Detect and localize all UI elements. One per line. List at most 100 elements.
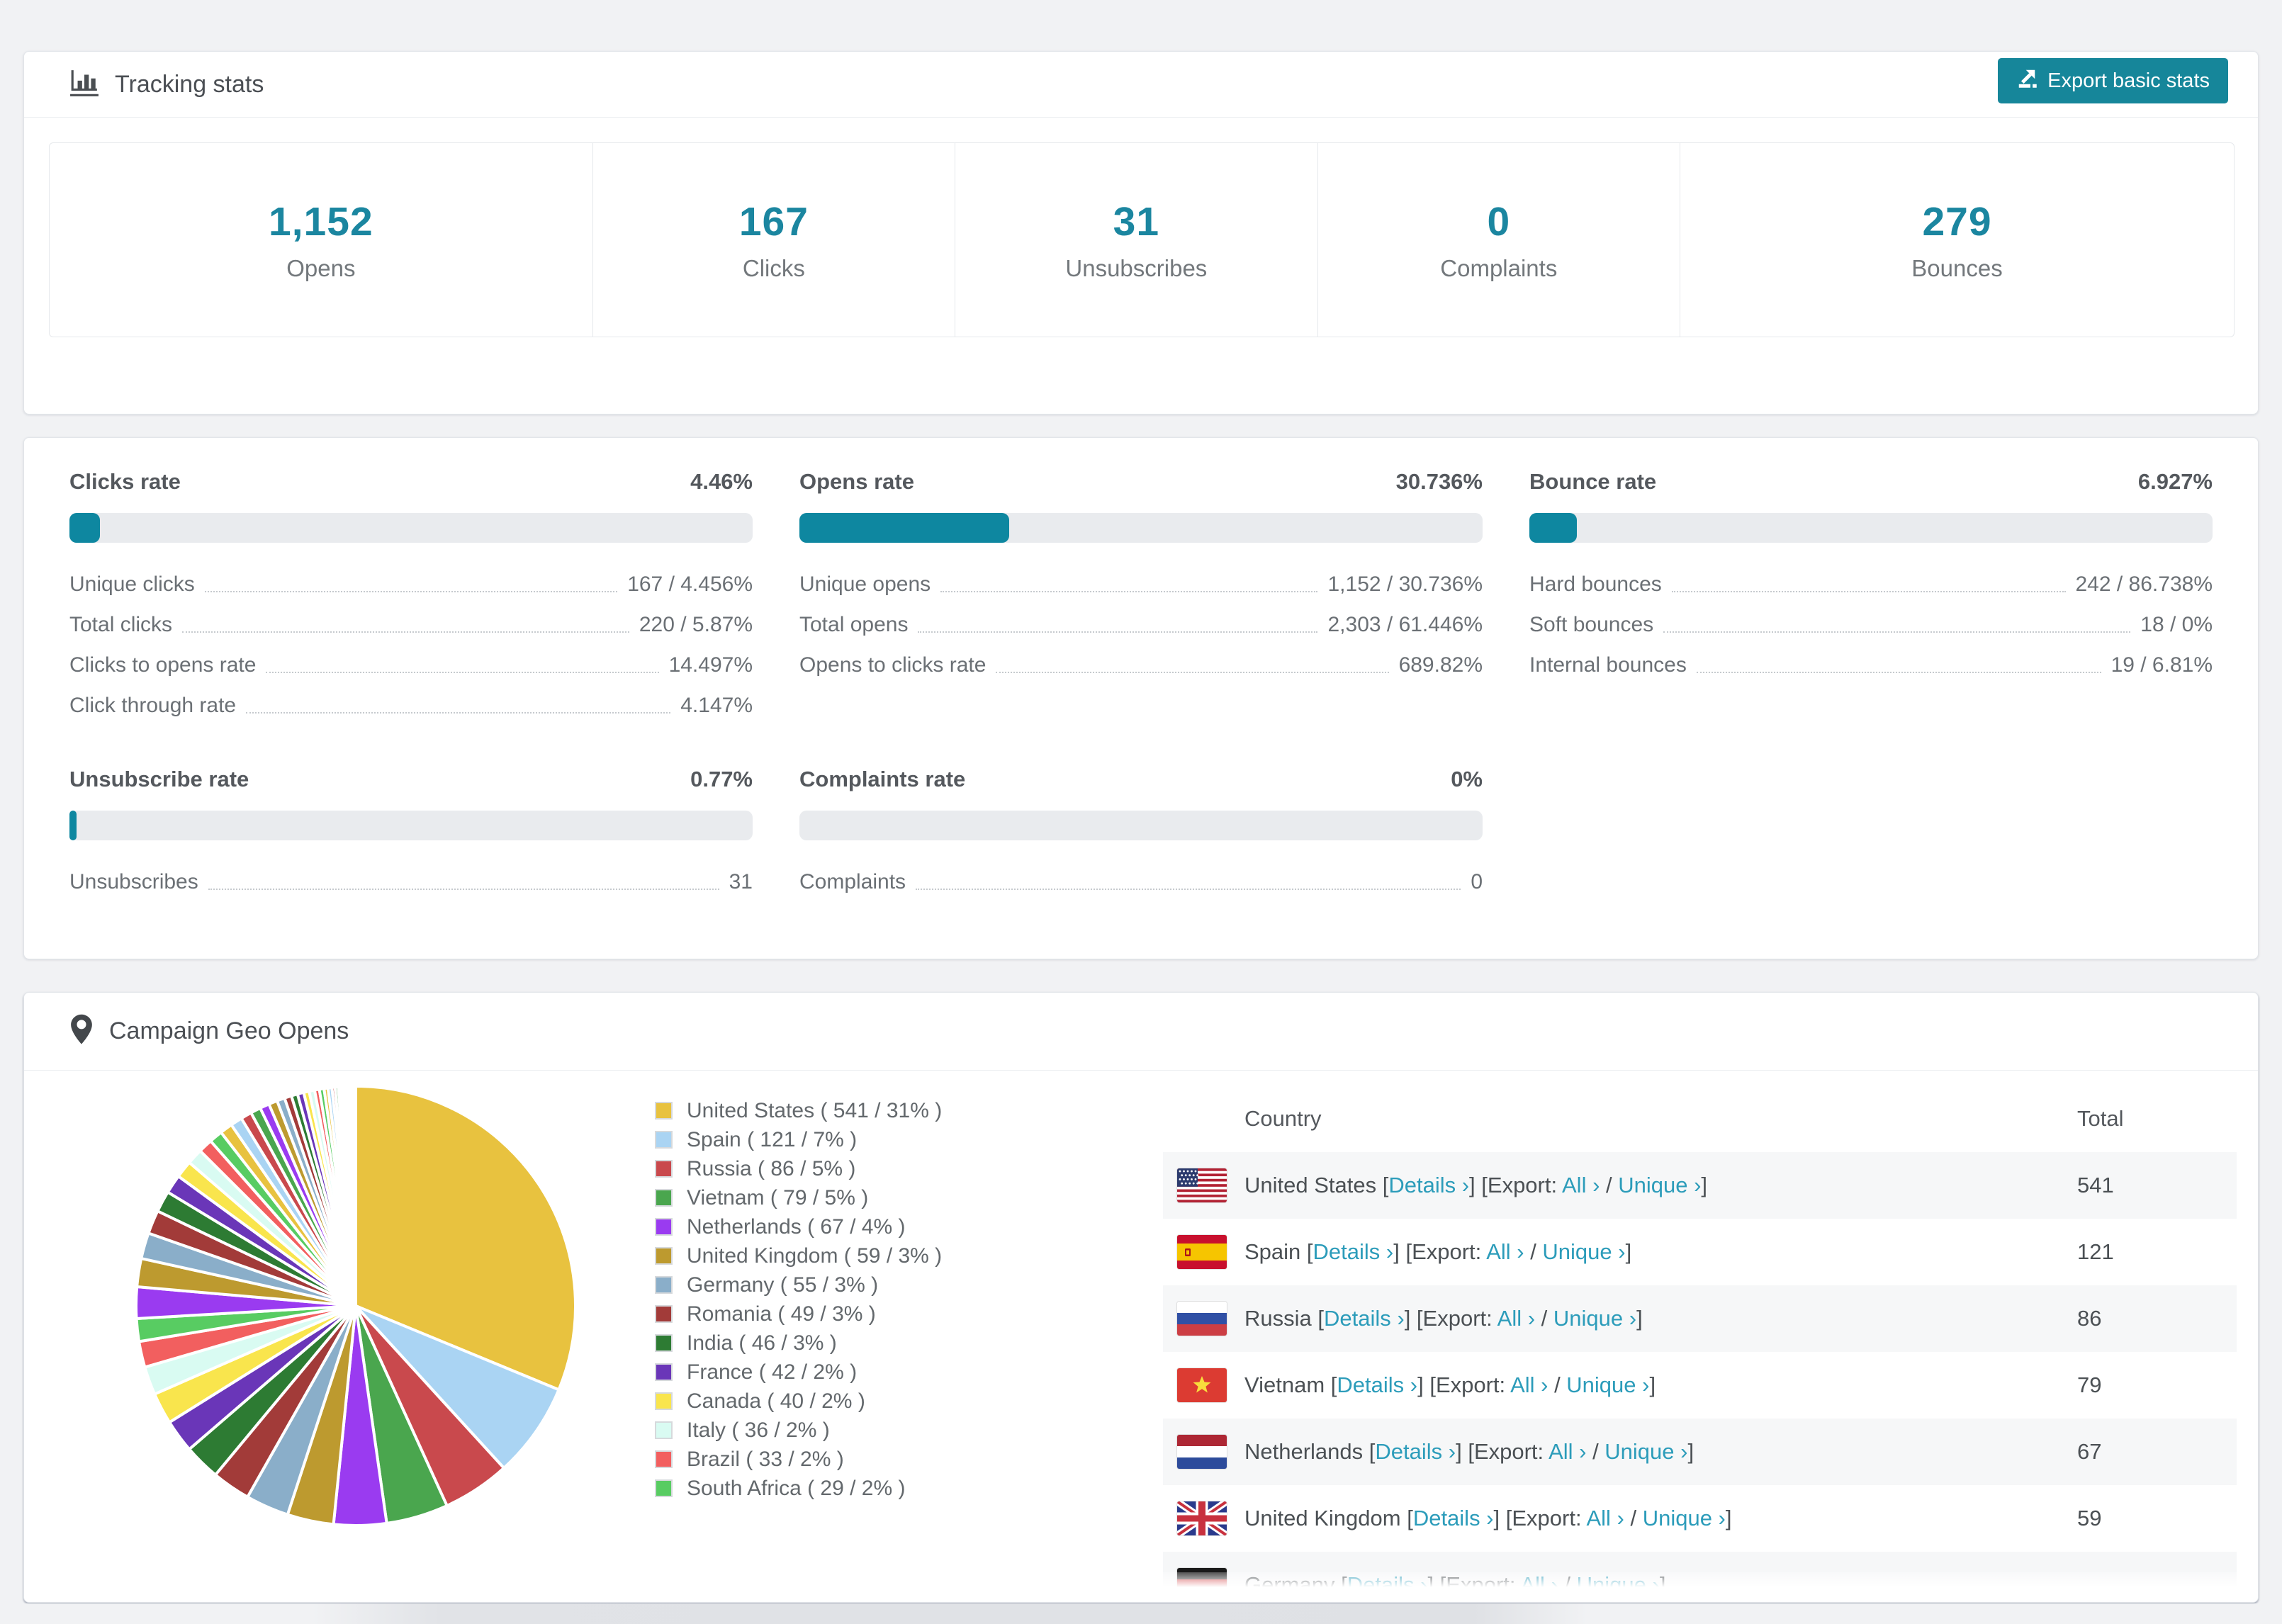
details-link[interactable]: Details › <box>1337 1372 1417 1397</box>
table-row: Netherlands [Details ›] [Export: All › /… <box>1163 1419 2237 1485</box>
country-flag-icon <box>1177 1368 1227 1402</box>
total-value: 121 <box>2077 1239 2114 1264</box>
pie-legend: United States ( 541 / 31% ) Spain ( 121 /… <box>655 1096 942 1503</box>
progress-bar <box>799 513 1483 543</box>
legend-label: Russia ( 86 / 5% ) <box>687 1156 856 1180</box>
legend-swatch <box>655 1421 673 1439</box>
progress-fill <box>69 513 100 543</box>
legend-swatch <box>655 1363 673 1381</box>
rate-title: Complaints rate <box>799 767 966 791</box>
export-unique-link[interactable]: Unique › <box>1566 1372 1649 1397</box>
rate-rows: Unique clicks 167 / 4.456% Total clicks 220… <box>69 564 753 726</box>
rate-rows: Unique opens 1,152 / 30.736% Total opens 2,… <box>799 564 1483 685</box>
details-link[interactable]: Details › <box>1313 1239 1394 1264</box>
stat-label: Opens <box>286 254 356 281</box>
rate-value: 0.77% <box>690 767 753 791</box>
export-unique-link[interactable]: Unique › <box>1553 1306 1636 1331</box>
legend-item: Spain ( 121 / 7% ) <box>655 1125 942 1154</box>
export-icon <box>2016 67 2038 94</box>
rate-row-value: 1,152 / 30.736% <box>1327 572 1483 596</box>
geo-header: Campaign Geo Opens <box>24 993 2258 1071</box>
stat-value: 31 <box>1113 198 1160 244</box>
export-all-link[interactable]: All › <box>1510 1372 1548 1397</box>
legend-swatch <box>655 1218 673 1236</box>
table-header-country: Country <box>1244 1105 1322 1131</box>
rate-row-value: 220 / 5.87% <box>639 612 753 636</box>
dotted-leader <box>208 888 719 890</box>
export-unique-link[interactable]: Unique › <box>1604 1439 1687 1464</box>
dotted-leader <box>1671 590 2066 592</box>
stat-cell: 31 Unsubscribes <box>955 143 1317 337</box>
stat-value: 167 <box>738 198 809 244</box>
dotted-leader <box>918 631 1318 633</box>
stat-cell: 167 Clicks <box>592 143 955 337</box>
export-all-link[interactable]: All › <box>1586 1506 1624 1530</box>
legend-item: Romania ( 49 / 3% ) <box>655 1299 942 1329</box>
table-row: United States [Details ›] [Export: All ›… <box>1163 1152 2237 1219</box>
stat-cell: 279 Bounces <box>1680 143 2234 337</box>
details-link[interactable]: Details › <box>1413 1506 1494 1530</box>
legend-swatch <box>655 1450 673 1468</box>
rates-card: Clicks rate 4.46% Unique clicks 167 / 4.456… <box>23 437 2259 959</box>
export-unique-link[interactable]: Unique › <box>1542 1239 1625 1264</box>
tracking-stats-title: Tracking stats <box>115 70 264 98</box>
legend-item: Netherlands ( 67 / 4% ) <box>655 1212 942 1241</box>
legend-item: South Africa ( 29 / 2% ) <box>655 1474 942 1503</box>
rate-header: Complaints rate 0% <box>799 767 1483 792</box>
country-cell: Spain [Details ›] [Export: All › / Uniqu… <box>1244 1239 1632 1264</box>
export-basic-stats-button[interactable]: Export basic stats <box>1998 58 2228 103</box>
rate-row-value: 167 / 4.456% <box>627 572 753 596</box>
rate-value: 30.736% <box>1395 469 1483 494</box>
rate-row-value: 19 / 6.81% <box>2110 653 2213 677</box>
rate-row-label: Internal bounces <box>1529 653 1687 677</box>
export-all-link[interactable]: All › <box>1486 1239 1524 1264</box>
rate-row-label: Unsubscribes <box>69 869 198 893</box>
export-all-link[interactable]: All › <box>1562 1173 1600 1197</box>
export-unique-link[interactable]: Unique › <box>1618 1173 1701 1197</box>
export-unique-link[interactable]: Unique › <box>1643 1506 1726 1530</box>
dotted-leader <box>1663 631 2131 633</box>
table-header-total: Total <box>2077 1105 2124 1131</box>
rate-row: Complaints 0 <box>799 862 1483 902</box>
dotted-leader <box>940 590 1318 592</box>
rate-row-value: 689.82% <box>1398 653 1483 677</box>
rate-header: Unsubscribe rate 0.77% <box>69 767 753 792</box>
export-all-link[interactable]: All › <box>1548 1439 1586 1464</box>
country-name: Vietnam <box>1244 1372 1331 1397</box>
rate-row-label: Total opens <box>799 612 909 636</box>
legend-item: France ( 42 / 2% ) <box>655 1358 942 1387</box>
progress-fill <box>1529 513 1577 543</box>
legend-swatch <box>655 1334 673 1352</box>
rate-row-value: 242 / 86.738% <box>2075 572 2213 596</box>
rate-row-value: 18 / 0% <box>2140 612 2213 636</box>
details-link[interactable]: Details › <box>1324 1306 1405 1331</box>
details-link[interactable]: Details › <box>1388 1173 1469 1197</box>
legend-label: Brazil ( 33 / 2% ) <box>687 1447 844 1471</box>
rate-row-label: Opens to clicks rate <box>799 653 987 677</box>
rate-row: Internal bounces 19 / 6.81% <box>1529 645 2213 685</box>
stat-value: 279 <box>1922 198 1992 244</box>
rate-title: Unsubscribe rate <box>69 767 249 791</box>
rate-value: 0% <box>1451 767 1483 791</box>
legend-item: India ( 46 / 3% ) <box>655 1329 942 1358</box>
rate-row-label: Unique opens <box>799 572 931 596</box>
total-value: 86 <box>2077 1306 2102 1331</box>
details-link[interactable]: Details › <box>1375 1439 1456 1464</box>
stat-label: Clicks <box>742 254 805 281</box>
country-flag-icon <box>1177 1168 1227 1202</box>
bottom-fade-overlay <box>24 1572 2258 1602</box>
legend-label: Spain ( 121 / 7% ) <box>687 1127 858 1151</box>
rate-row: Opens to clicks rate 689.82% <box>799 645 1483 685</box>
rate-block: Bounce rate 6.927% Hard bounces 242 / 86.73… <box>1529 469 2213 726</box>
legend-swatch <box>655 1305 673 1323</box>
table-row: United Kingdom [Details ›] [Export: All … <box>1163 1485 2237 1552</box>
geo-table-header-row: Country Total <box>1163 1085 2237 1152</box>
dotted-leader <box>996 671 1389 673</box>
country-cell: United States [Details ›] [Export: All ›… <box>1244 1173 1708 1197</box>
rate-block: Clicks rate 4.46% Unique clicks 167 / 4.456… <box>69 469 753 726</box>
export-all-link[interactable]: All › <box>1497 1306 1535 1331</box>
export-prefix-label: Export: <box>1435 1372 1511 1397</box>
legend-item: Brazil ( 33 / 2% ) <box>655 1445 942 1474</box>
export-prefix-label: Export: <box>1412 1239 1487 1264</box>
country-cell: Russia [Details ›] [Export: All › / Uniq… <box>1244 1306 1643 1331</box>
